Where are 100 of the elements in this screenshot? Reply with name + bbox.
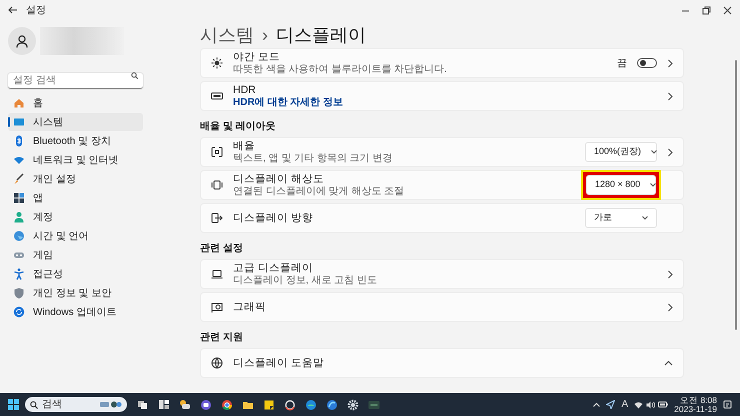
settings-card[interactable]: HDR HDR에 대한 자세한 정보 (200, 81, 684, 111)
section-heading: 관련 지원 (200, 331, 244, 345)
shield-icon (13, 287, 25, 299)
search-icon[interactable] (131, 72, 138, 78)
dropdown[interactable]: 1280 × 800 (586, 175, 656, 195)
apps-icon (13, 192, 25, 204)
sidebar-item[interactable]: 개인 정보 및 보안 (8, 284, 143, 302)
sidebar-item[interactable]: 네트워크 및 인터넷 (8, 151, 143, 169)
browser-icon[interactable] (326, 398, 338, 410)
settings-card[interactable]: 야간 모드 따뜻한 색을 사용하여 블루라이트를 차단합니다. 끔 (200, 48, 684, 78)
globe-icon (211, 357, 223, 369)
card-title: HDR (233, 84, 257, 96)
page-title: 디스플레이 (276, 24, 366, 46)
dropdown[interactable]: 100%(권장) (585, 142, 657, 162)
chevron-down-icon (650, 183, 656, 187)
back-arrow-icon[interactable] (8, 6, 18, 14)
ring-icon[interactable] (284, 398, 296, 410)
close-icon[interactable] (723, 6, 732, 14)
sidebar-item[interactable]: 시간 및 언어 (8, 227, 143, 245)
laptop-icon (211, 268, 223, 280)
chevron-down-icon (642, 216, 648, 220)
card-title: 배율 (233, 140, 256, 153)
orientation-icon (211, 212, 223, 224)
card-title: 그래픽 (233, 300, 267, 314)
chevron-right-icon[interactable] (667, 92, 673, 100)
card-subtitle: 연결된 디스플레이에 맞게 해상도 조절 (233, 186, 406, 197)
speaker-icon[interactable] (646, 400, 656, 408)
chevron-up-icon[interactable] (664, 360, 673, 366)
video-chat-icon[interactable] (200, 398, 212, 410)
taskbar-search[interactable]: 검색 (25, 397, 127, 412)
sidebar-item[interactable]: 계정 (8, 208, 143, 226)
send-icon[interactable] (606, 400, 616, 409)
sidebar-item[interactable]: 홈 (8, 94, 143, 112)
notification-icon[interactable] (723, 400, 732, 409)
accessibility-icon (13, 268, 25, 280)
bluetooth-icon (13, 135, 25, 147)
chevron-down-icon (651, 150, 658, 154)
card-subtitle: 디스플레이 정보, 새로 고침 빈도 (233, 275, 378, 286)
breadcrumb-separator: › (262, 24, 268, 46)
brush-icon (13, 173, 25, 185)
globe-icon (13, 230, 25, 242)
clock[interactable]: 오전 8:08 2023-11-19 (674, 396, 717, 414)
weather-icon[interactable] (179, 398, 191, 410)
scrollbar[interactable] (735, 60, 737, 330)
colored-ring-icon[interactable] (221, 398, 233, 410)
card-title: 디스플레이 해상도 (233, 173, 325, 186)
settings-card[interactable]: 고급 디스플레이 디스플레이 정보, 새로 고침 빈도 (200, 259, 684, 289)
resolution-icon (211, 179, 223, 191)
task-view-icon[interactable] (137, 398, 149, 410)
hdr-icon (211, 90, 223, 102)
sync-icon (13, 306, 25, 318)
home-icon (13, 97, 25, 109)
wifi-icon (13, 154, 25, 166)
search-icon (30, 400, 38, 408)
card-subtitle: 텍스트, 앱 및 기타 항목의 크기 변경 (233, 153, 394, 164)
chevron-right-icon[interactable] (667, 148, 673, 156)
toggle-switch[interactable] (637, 58, 657, 68)
window-title: 설정 (26, 4, 46, 18)
settings-card[interactable]: 그래픽 (200, 292, 684, 322)
sidebar-item[interactable]: 시스템 (8, 113, 143, 131)
settings-card[interactable]: 디스플레이 도움말 (200, 348, 684, 378)
sidebar-item[interactable]: 게임 (8, 246, 143, 264)
card-title: 디스플레이 도움말 (233, 356, 325, 370)
browser-icon[interactable] (305, 398, 317, 410)
toggle-state-label: 끔 (617, 56, 627, 70)
monitor-icon (13, 116, 25, 128)
card-title: 디스플레이 방향 (233, 212, 314, 224)
app-icon[interactable] (368, 398, 380, 410)
sidebar-item[interactable]: Windows 업데이트 (8, 303, 143, 321)
chevron-right-icon[interactable] (667, 270, 673, 278)
chevron-right-icon[interactable] (667, 58, 673, 68)
widgets-icon[interactable] (158, 398, 170, 410)
sidebar-item[interactable]: Bluetooth 및 장치 (8, 132, 143, 150)
sidebar-item[interactable]: 앱 (8, 189, 143, 207)
search-field[interactable]: 설정 검색 (8, 73, 143, 89)
caret-up-icon[interactable] (593, 402, 600, 407)
chevron-right-icon[interactable] (667, 302, 673, 312)
restore-icon[interactable] (702, 6, 711, 14)
section-heading: 관련 설정 (200, 242, 244, 256)
card-title: 고급 디스플레이 (233, 262, 314, 275)
section-heading: 배율 및 레이아웃 (200, 120, 277, 134)
person-icon (16, 34, 28, 48)
selection-indicator (8, 117, 10, 127)
sun-icon (211, 57, 223, 69)
start-icon[interactable] (8, 399, 19, 410)
sidebar-item[interactable]: 접근성 (8, 265, 143, 283)
sticky-note-icon[interactable] (263, 398, 275, 410)
card-title: 야간 모드 (233, 51, 281, 64)
search-highlight-drawing (100, 400, 122, 409)
gear-icon[interactable] (347, 398, 359, 410)
breadcrumb-link[interactable]: 시스템 (200, 22, 254, 48)
sidebar-item[interactable]: 개인 설정 (8, 170, 143, 188)
input-indicator[interactable]: A (621, 397, 628, 412)
graphics-card-icon (211, 301, 223, 313)
dropdown[interactable]: 가로 (585, 208, 657, 228)
battery-icon[interactable] (658, 401, 668, 408)
wifi-icon[interactable] (634, 400, 644, 408)
card-subtitle: 따뜻한 색을 사용하여 블루라이트를 차단합니다. (233, 64, 448, 75)
info-link[interactable]: HDR에 대한 자세한 정보 (233, 96, 657, 108)
person-icon (13, 211, 25, 223)
